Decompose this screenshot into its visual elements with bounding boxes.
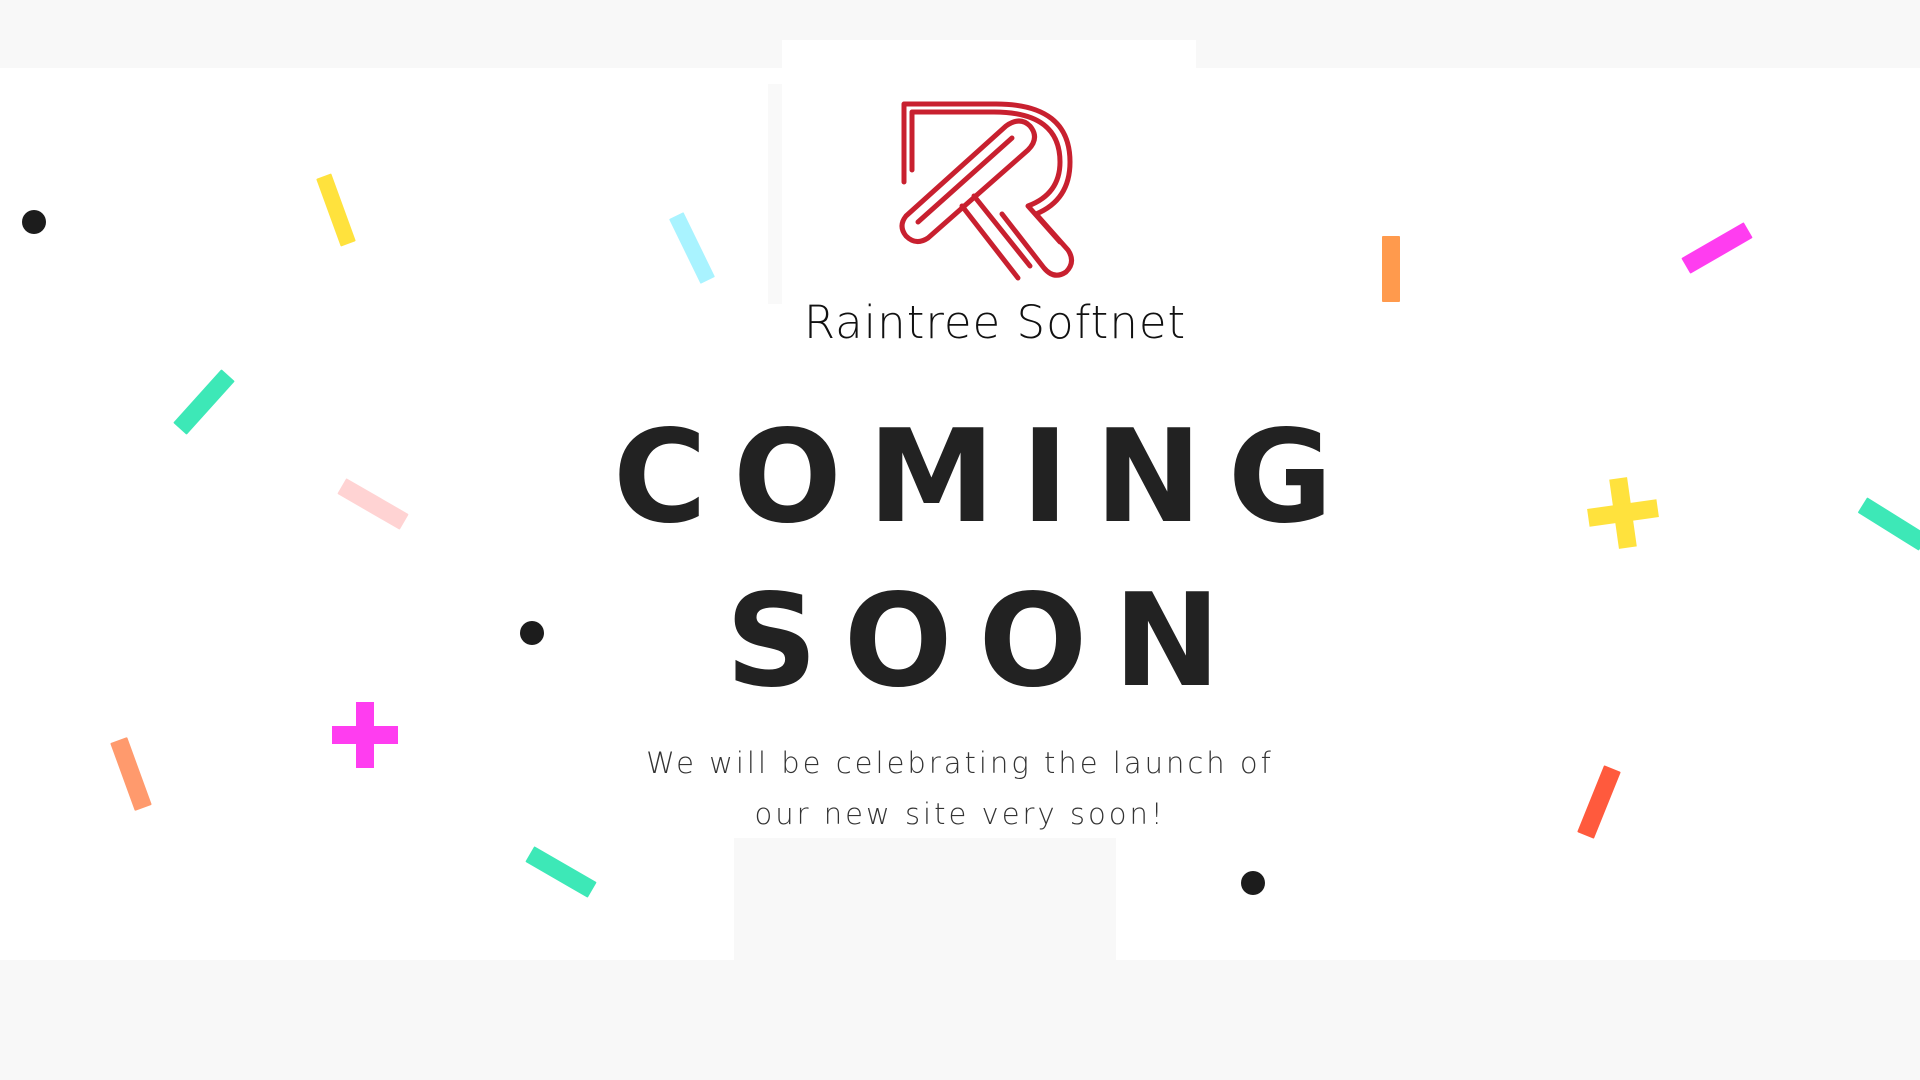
headline-soon: SOON (725, 567, 1247, 716)
confetti-plus (1583, 473, 1662, 552)
brand-name: Raintree Softnet (803, 296, 1187, 349)
confetti-dot (22, 210, 46, 234)
launch-message-line-1: We will be celebrating the launch of (646, 746, 1274, 780)
coming-soon-page: Raintree Softnet COMING SOON We will be … (0, 0, 1920, 1080)
raintree-r-logo-icon (899, 101, 1074, 281)
confetti-dot (1241, 871, 1265, 895)
decorative-box (734, 838, 1116, 960)
launch-message: We will be celebrating the launch of our… (560, 738, 1360, 840)
headline-coming: COMING (613, 403, 1359, 552)
confetti-dot (520, 621, 544, 645)
confetti-plus (332, 702, 398, 768)
confetti-bar (1382, 236, 1400, 302)
launch-message-line-2: our new site very soon! (754, 797, 1166, 831)
decorative-strip (768, 84, 782, 304)
